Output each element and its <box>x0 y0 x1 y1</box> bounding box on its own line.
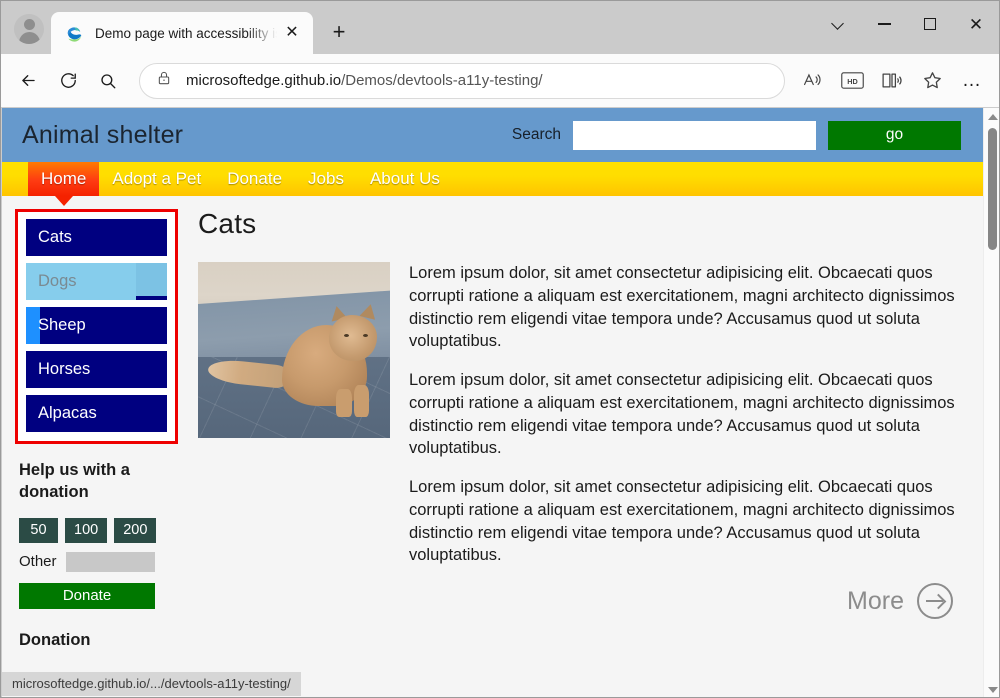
search-label: Search <box>512 126 561 144</box>
close-icon[interactable]: ✕ <box>953 1 999 47</box>
back-arrow-icon[interactable] <box>9 62 47 100</box>
more-options-icon[interactable]: … <box>953 62 991 100</box>
page-title: Cats <box>198 208 959 240</box>
browser-tab[interactable]: Demo page with accessibility issu ✕ <box>51 12 313 54</box>
browser-toolbar: microsoftedge.github.io/Demos/devtools-a… <box>1 54 999 107</box>
sidebar-item-label: Alpacas <box>38 404 97 423</box>
donation-other-input[interactable] <box>66 552 155 572</box>
nav-item-about-us[interactable]: About Us <box>357 162 453 196</box>
new-tab-button[interactable]: + <box>321 14 357 50</box>
tab-close-icon[interactable]: ✕ <box>279 20 305 46</box>
paragraph: Lorem ipsum dolor, sit amet consectetur … <box>409 369 959 460</box>
site-title: Animal shelter <box>22 121 183 150</box>
sidebar-item-label: Horses <box>38 360 90 379</box>
donate-button[interactable]: Donate <box>19 583 155 609</box>
article: Lorem ipsum dolor, sit amet consectetur … <box>198 262 959 619</box>
star-icon[interactable] <box>913 62 951 100</box>
page-viewport: Animal shelter Search go Home Adopt a Pe… <box>2 108 1000 698</box>
immersive-reader-icon[interactable] <box>873 62 911 100</box>
scroll-down-arrow[interactable] <box>984 681 1000 698</box>
web-page: Animal shelter Search go Home Adopt a Pe… <box>2 108 983 698</box>
animal-category-nav-highlight: Cats Dogs Sheep Horses Alpacas <box>15 209 178 444</box>
main-content: Cats <box>192 196 983 619</box>
search-icon[interactable] <box>89 62 127 100</box>
sidebar-item-label: Dogs <box>38 272 77 291</box>
donation-amount-200[interactable]: 200 <box>114 518 156 543</box>
nav-item-adopt-a-pet[interactable]: Adopt a Pet <box>99 162 214 196</box>
minimize-icon[interactable] <box>861 1 907 47</box>
site-search: Search go <box>512 121 961 150</box>
paragraph: Lorem ipsum dolor, sit amet consectetur … <box>409 476 959 567</box>
more-label: More <box>847 587 904 616</box>
search-input[interactable] <box>573 121 816 150</box>
window-controls: ✕ <box>815 1 999 47</box>
site-banner: Animal shelter Search go <box>2 108 983 162</box>
primary-navigation: Home Adopt a Pet Donate Jobs About Us <box>2 162 983 196</box>
page-body: Cats Dogs Sheep Horses Alpacas <box>2 196 983 650</box>
photo-cat-leg <box>336 389 351 417</box>
status-bar: microsoftedge.github.io/.../devtools-a11… <box>2 672 301 696</box>
nav-item-donate[interactable]: Donate <box>214 162 295 196</box>
paragraph: Lorem ipsum dolor, sit amet consectetur … <box>409 262 959 353</box>
donation-amount-100[interactable]: 100 <box>65 518 107 543</box>
donation-amount-50[interactable]: 50 <box>19 518 58 543</box>
scrollbar-thumb[interactable] <box>988 128 997 250</box>
address-bar-text: microsoftedge.github.io/Demos/devtools-a… <box>186 72 772 89</box>
url-path: /Demos/devtools-a11y-testing/ <box>341 72 542 89</box>
address-bar[interactable]: microsoftedge.github.io/Demos/devtools-a… <box>139 63 785 99</box>
svg-text:HD: HD <box>847 77 858 86</box>
sidebar-item-cats[interactable]: Cats <box>26 219 167 256</box>
nav-item-jobs[interactable]: Jobs <box>295 162 357 196</box>
tab-strip: Demo page with accessibility issu ✕ + ✕ <box>1 1 999 54</box>
search-go-button[interactable]: go <box>828 121 961 150</box>
donation-widget: Help us with a donation 50 100 200 Other… <box>15 444 193 650</box>
profile-button[interactable] <box>7 7 51 51</box>
sidebar-item-sheep[interactable]: Sheep <box>26 307 167 344</box>
cat-photo <box>198 262 390 438</box>
scroll-up-arrow[interactable] <box>984 108 1000 125</box>
toolbar-actions: HD … <box>793 62 991 100</box>
hd-badge-icon[interactable]: HD <box>833 62 871 100</box>
donation-other-label: Other <box>19 553 57 570</box>
article-text: Lorem ipsum dolor, sit amet consectetur … <box>409 262 959 619</box>
more-link[interactable]: More <box>409 583 959 619</box>
sidebar-item-label: Cats <box>38 228 72 247</box>
donation-amount-options: 50 100 200 <box>19 518 193 543</box>
tab-title: Demo page with accessibility issu <box>95 26 279 41</box>
sidebar-item-alpacas[interactable]: Alpacas <box>26 395 167 432</box>
nav-item-home[interactable]: Home <box>28 162 99 196</box>
donation-other-row: Other <box>19 552 193 572</box>
sidebar-item-horses[interactable]: Horses <box>26 351 167 388</box>
tab-actions-chevron-down-icon[interactable] <box>815 1 861 47</box>
page-scrollbar[interactable] <box>983 108 1000 698</box>
donation-footer-heading: Donation <box>19 631 193 650</box>
read-aloud-icon[interactable] <box>793 62 831 100</box>
avatar-icon <box>14 14 44 44</box>
photo-cat-head <box>329 315 377 361</box>
browser-window: Demo page with accessibility issu ✕ + ✕ <box>0 0 1000 698</box>
donation-heading: Help us with a donation <box>19 460 149 504</box>
sidebar-item-label: Sheep <box>38 316 86 335</box>
refresh-icon[interactable] <box>49 62 87 100</box>
maximize-icon[interactable] <box>907 1 953 47</box>
sidebar: Cats Dogs Sheep Horses Alpacas <box>2 196 192 650</box>
edge-logo-icon <box>65 24 83 42</box>
arrow-right-circle-icon <box>917 583 953 619</box>
lock-icon <box>156 70 174 91</box>
sidebar-item-dogs[interactable]: Dogs <box>26 263 167 300</box>
photo-cat-leg <box>354 385 369 417</box>
url-host: microsoftedge.github.io <box>186 72 341 89</box>
